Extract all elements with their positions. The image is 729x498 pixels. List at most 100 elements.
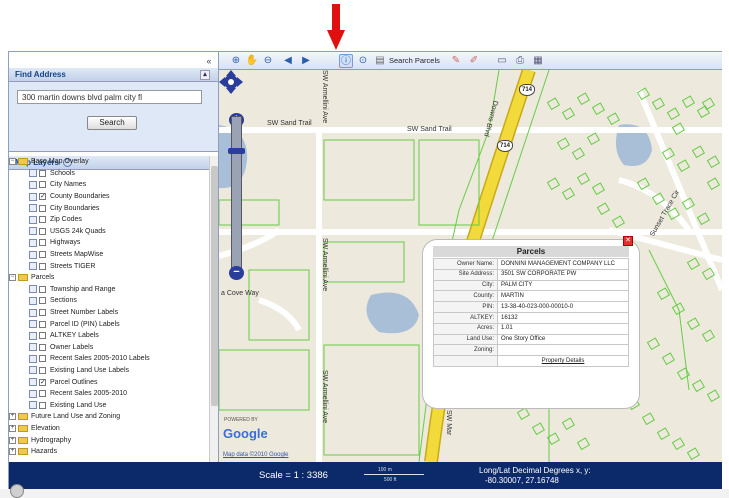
property-details-link[interactable]: Property Details <box>497 355 629 367</box>
legend-icon[interactable] <box>29 343 37 352</box>
search-parcels-icon[interactable]: ▤ <box>373 54 387 68</box>
legend-icon[interactable] <box>29 180 37 189</box>
layer-checkbox[interactable] <box>39 320 46 328</box>
layer-checkbox[interactable] <box>39 297 46 305</box>
layer-item[interactable]: Street Number Labels <box>9 307 209 319</box>
layer-checkbox[interactable] <box>39 204 46 212</box>
zoom-in-icon[interactable]: ⊕ <box>229 54 243 68</box>
expand-icon[interactable]: + <box>9 413 16 421</box>
layer-item[interactable]: City Names <box>9 179 209 191</box>
layer-checkbox[interactable] <box>39 355 46 363</box>
layer-checkbox[interactable] <box>39 227 46 235</box>
scrollbar-thumb[interactable] <box>211 166 218 406</box>
layer-group[interactable]: − Parcels <box>9 272 209 284</box>
layer-item[interactable]: Existing Land Use Labels <box>9 365 209 377</box>
layer-checkbox[interactable] <box>39 169 46 177</box>
legend-icon[interactable] <box>29 169 37 178</box>
layer-item[interactable]: Recent Sales 2005-2010 <box>9 388 209 400</box>
layer-checkbox[interactable] <box>39 366 46 374</box>
expand-icon[interactable]: − <box>9 158 16 166</box>
zoom-slider[interactable] <box>231 116 242 276</box>
layer-checkbox[interactable] <box>39 239 46 247</box>
layer-checkbox[interactable] <box>39 309 46 317</box>
identify-icon[interactable]: ⓘ <box>339 54 353 68</box>
layer-item[interactable]: Parcel ID (PIN) Labels <box>9 318 209 330</box>
layer-item[interactable]: Existing Land Use <box>9 399 209 411</box>
legend-icon[interactable] <box>29 227 37 236</box>
legend-icon[interactable] <box>29 401 37 410</box>
layer-group[interactable]: + Elevation <box>9 423 209 435</box>
layer-item[interactable]: Owner Labels <box>9 342 209 354</box>
layer-checkbox[interactable] <box>39 251 46 259</box>
zoom-slider-thumb[interactable] <box>228 148 245 154</box>
layer-checkbox[interactable]: ✓ <box>39 193 46 201</box>
layer-checkbox[interactable] <box>39 390 46 398</box>
layer-checkbox[interactable]: ✓ <box>39 378 46 386</box>
layer-item[interactable]: Highways <box>9 237 209 249</box>
layer-scrollbar[interactable] <box>209 156 218 462</box>
map-canvas[interactable]: SW Sand Trail SW Sand Trail Downs Blvd S… <box>219 70 722 462</box>
legend-icon[interactable] <box>29 354 37 363</box>
expand-icon[interactable]: + <box>9 448 16 456</box>
legend-icon[interactable] <box>29 320 37 329</box>
layer-item[interactable]: Schools <box>9 168 209 180</box>
layer-item[interactable]: ALTKEY Labels <box>9 330 209 342</box>
layer-item[interactable]: ✓ County Boundaries <box>9 191 209 203</box>
legend-icon[interactable] <box>29 389 37 398</box>
layer-group[interactable]: + Hazards <box>9 446 209 458</box>
layer-item[interactable]: Township and Range <box>9 284 209 296</box>
layer-checkbox[interactable] <box>39 181 46 189</box>
zoom-extent-icon[interactable]: ⊙ <box>356 54 370 68</box>
layer-checkbox[interactable] <box>39 332 46 340</box>
legend-icon[interactable] <box>29 192 37 201</box>
layer-item[interactable]: Sections <box>9 295 209 307</box>
back-arrow-icon[interactable]: ◀ <box>281 54 295 68</box>
legend-icon[interactable] <box>29 285 37 294</box>
layer-group[interactable]: + Hydrography <box>9 434 209 446</box>
search-parcels-button[interactable]: Search Parcels <box>389 55 440 67</box>
expand-icon[interactable]: + <box>9 424 16 432</box>
layer-item[interactable]: Streets MapWise <box>9 249 209 261</box>
legend-icon[interactable] <box>29 238 37 247</box>
layer-checkbox[interactable] <box>39 285 46 293</box>
layer-checkbox[interactable] <box>39 401 46 409</box>
layer-group[interactable]: − Base Map Overlay <box>9 156 209 168</box>
legend-icon[interactable] <box>29 378 37 387</box>
legend-icon[interactable] <box>29 308 37 317</box>
collapse-panel-icon[interactable]: « <box>204 56 214 66</box>
search-button[interactable]: Search <box>87 116 137 130</box>
measure-area-icon[interactable]: ✐ <box>467 54 481 68</box>
layer-checkbox[interactable] <box>39 262 46 270</box>
legend-icon[interactable] <box>29 331 37 340</box>
measure-icon[interactable]: ✎ <box>449 54 463 68</box>
legend-icon[interactable] <box>29 215 37 224</box>
layer-checkbox[interactable] <box>39 216 46 224</box>
export-icon[interactable]: ▦ <box>531 54 545 68</box>
legend-icon[interactable] <box>29 204 37 213</box>
legend-icon[interactable] <box>29 366 37 375</box>
layer-checkbox[interactable] <box>39 343 46 351</box>
zoom-out-button[interactable]: − <box>229 266 244 280</box>
pan-hand-icon[interactable]: ✋ <box>245 54 259 68</box>
layer-item[interactable]: USGS 24k Quads <box>9 226 209 238</box>
collapse-find-address-button[interactable]: ▴ <box>200 70 210 80</box>
legend-icon[interactable] <box>29 296 37 305</box>
layer-item[interactable]: ✓ Parcel Outlines <box>9 376 209 388</box>
layer-group[interactable]: + Future Land Use and Zoning <box>9 411 209 423</box>
layer-item[interactable]: Streets TIGER <box>9 260 209 272</box>
map-data-link[interactable]: Map data ©2010 Google <box>223 452 288 458</box>
zoom-out-icon[interactable]: ⊖ <box>261 54 275 68</box>
address-input[interactable] <box>17 90 202 104</box>
legend-icon[interactable] <box>29 250 37 259</box>
close-icon[interactable]: ✕ <box>623 236 633 246</box>
layer-item[interactable]: Zip Codes <box>9 214 209 226</box>
pan-control[interactable] <box>219 70 243 94</box>
expand-icon[interactable]: + <box>9 436 16 444</box>
layer-item[interactable]: Recent Sales 2005-2010 Labels <box>9 353 209 365</box>
print-icon[interactable]: ⎙ <box>513 54 527 68</box>
window-icon[interactable]: ▭ <box>495 54 509 68</box>
legend-icon[interactable] <box>29 262 37 271</box>
expand-icon[interactable]: − <box>9 274 16 282</box>
forward-arrow-icon[interactable]: ▶ <box>299 54 313 68</box>
layer-item[interactable]: City Boundaries <box>9 202 209 214</box>
